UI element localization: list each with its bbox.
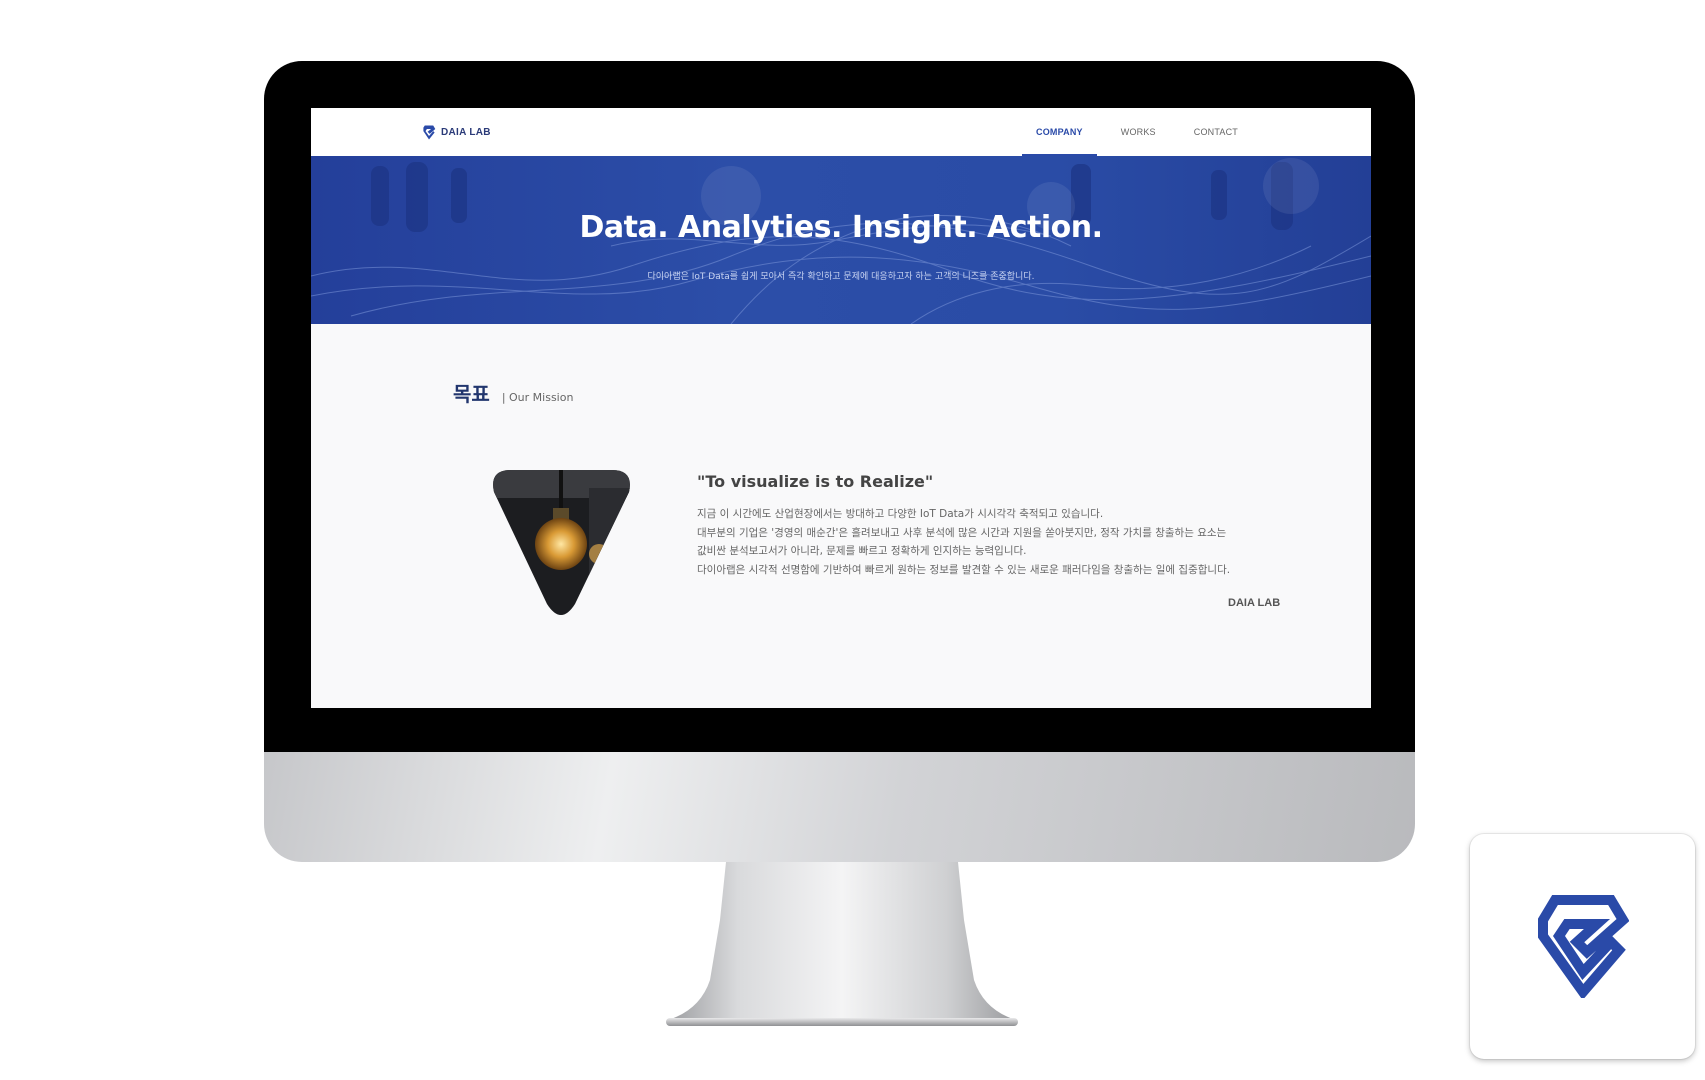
mission-body: 지금 이 시간에도 산업현장에서는 방대하고 다양한 IoT Data가 시시각…: [697, 505, 1297, 579]
monitor-stand: [666, 862, 1018, 1026]
nav-works[interactable]: WORKS: [1107, 108, 1170, 156]
mission-signature: DAIA LAB: [1228, 597, 1281, 609]
mission-body-line: 지금 이 시간에도 산업현장에서는 방대하고 다양한 IoT Data가 시시각…: [697, 508, 1104, 520]
monitor-chin: [264, 752, 1415, 862]
app-icon-logo: [1538, 895, 1629, 998]
site-logo[interactable]: DAIA LAB: [422, 124, 491, 141]
website-screen: DAIA LAB COMPANY WORKS CONTACT Data. Ana…: [311, 108, 1371, 708]
mission-body-line: 다이아랩은 시각적 선명함에 기반하여 빠르게 원하는 정보를 발견할 수 있는…: [697, 563, 1231, 576]
mission-heading: 목표 | Our Mission: [453, 378, 573, 407]
hero-banner: Data. Analyties. Insight. Action. 다이아랩은 …: [311, 156, 1371, 324]
nav-contact[interactable]: CONTACT: [1180, 108, 1252, 156]
nav-company[interactable]: COMPANY: [1022, 108, 1097, 156]
main-nav: COMPANY WORKS CONTACT: [1022, 108, 1252, 156]
mission-heading-en: | Our Mission: [501, 391, 574, 404]
mission-body-line: 값비싼 분석보고서가 아니라, 문제를 빠르고 정확하게 인지하는 능력입니다.: [697, 545, 1027, 557]
site-header: DAIA LAB COMPANY WORKS CONTACT: [311, 108, 1371, 157]
lightbulb-image: [493, 470, 630, 615]
logo-text: DAIA LAB: [441, 127, 491, 138]
hero-title: Data. Analyties. Insight. Action.: [579, 210, 1103, 245]
mission-heading-ko: 목표: [453, 382, 490, 406]
mission-body-line: 대부분의 기업은 '경영의 매순간'은 흘려보내고 사후 분석에 많은 시간과 …: [697, 526, 1227, 539]
hero-subtitle: 다이아랩은 IoT Data를 쉽게 모아서 즉각 확인하고 문제에 대응하고자…: [647, 272, 1035, 282]
daia-logo-icon: [423, 125, 436, 140]
mission-quote: "To visualize is to Realize": [697, 472, 934, 491]
app-icon-tile[interactable]: [1470, 834, 1695, 1059]
